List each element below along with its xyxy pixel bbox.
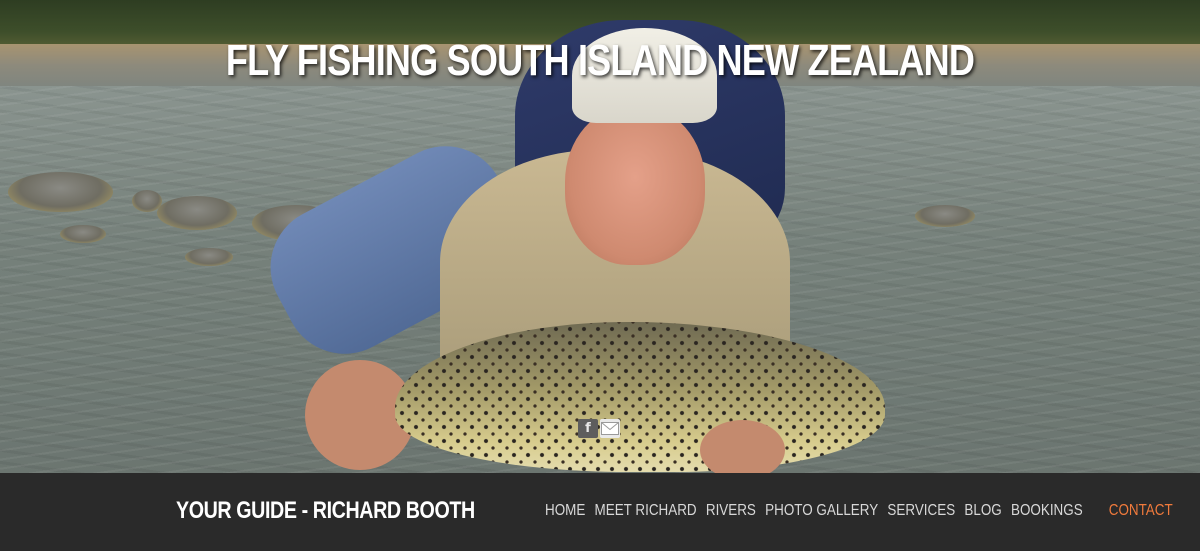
nav-photo-gallery[interactable]: PHOTO GALLERY xyxy=(765,502,878,520)
angler-hand xyxy=(700,420,785,473)
nav-bookings[interactable]: BOOKINGS xyxy=(1011,502,1083,520)
facebook-icon[interactable]: f xyxy=(578,419,598,438)
nav-rivers[interactable]: RIVERS xyxy=(706,502,756,520)
nav-home[interactable]: HOME xyxy=(545,502,585,520)
river-rock xyxy=(8,172,113,212)
guide-name: YOUR GUIDE - RICHARD BOOTH xyxy=(176,497,475,524)
nav-meet-richard[interactable]: MEET RICHARD xyxy=(595,502,697,520)
nav-services[interactable]: SERVICES xyxy=(887,502,955,520)
nav-contact[interactable]: CONTACT xyxy=(1109,502,1173,520)
site-title: FLY FISHING SOUTH ISLAND NEW ZEALAND xyxy=(225,36,975,85)
envelope-icon[interactable] xyxy=(600,419,620,438)
river-rock xyxy=(157,196,237,230)
footer-bar: YOUR GUIDE - RICHARD BOOTH HOME MEET RIC… xyxy=(0,473,1200,551)
river-rock xyxy=(915,205,975,227)
main-nav: HOME MEET RICHARD RIVERS PHOTO GALLERY S… xyxy=(545,502,1182,520)
facebook-glyph: f xyxy=(585,421,591,436)
angler-face xyxy=(565,105,705,265)
nav-blog[interactable]: BLOG xyxy=(964,502,1001,520)
river-rock xyxy=(60,225,106,243)
page: FLY FISHING SOUTH ISLAND NEW ZEALAND f Y… xyxy=(0,0,1200,551)
hero-photo: FLY FISHING SOUTH ISLAND NEW ZEALAND f xyxy=(0,0,1200,473)
river-rock xyxy=(185,248,233,266)
social-links: f xyxy=(578,419,620,438)
